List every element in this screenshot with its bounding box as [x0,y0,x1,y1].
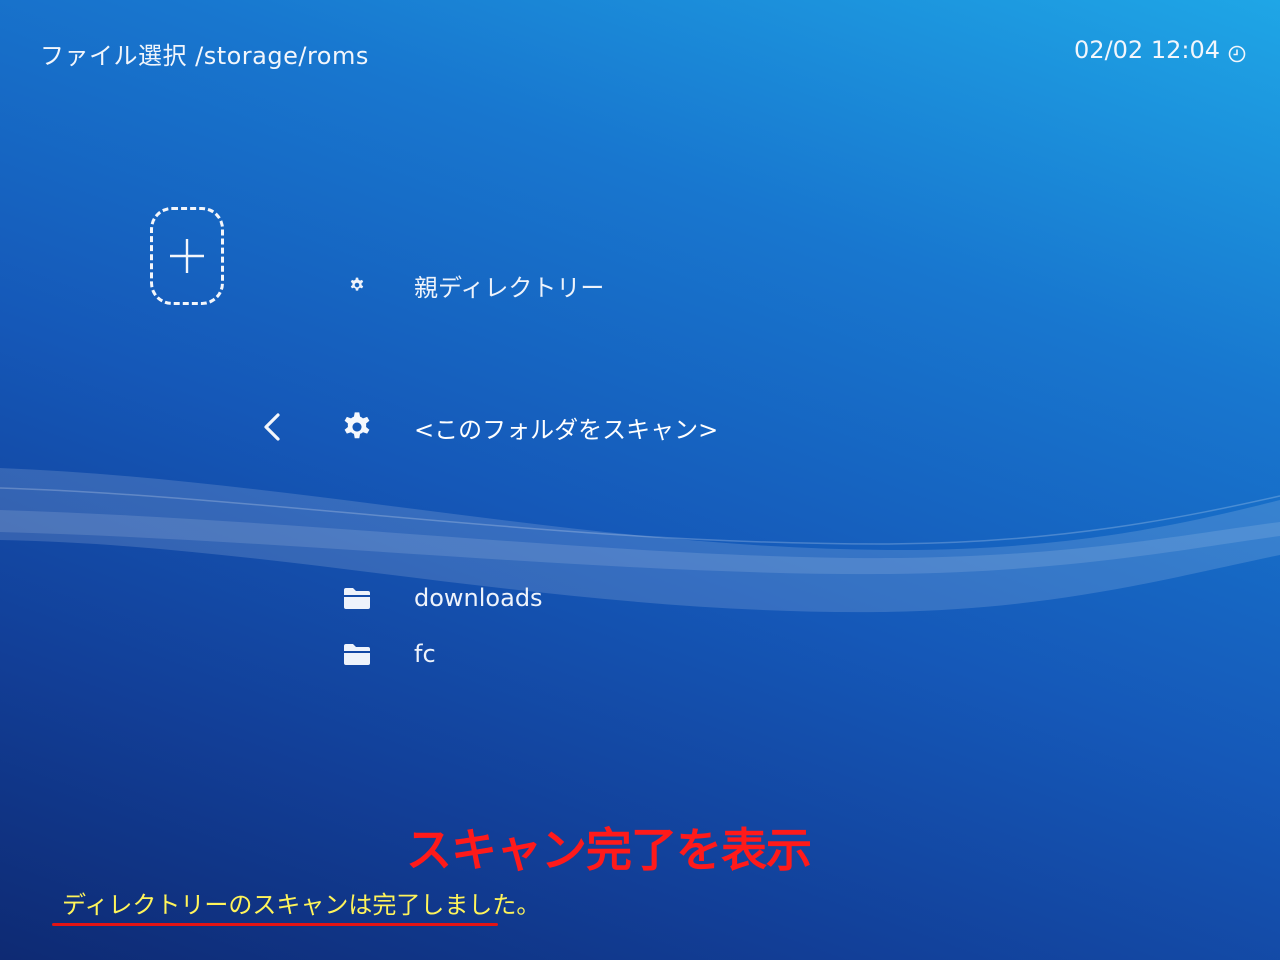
list-item-label: downloads [414,584,543,612]
list-item-downloads[interactable]: downloads [335,576,543,620]
status-message: ディレクトリーのスキャンは完了しました。 [62,891,541,919]
annotation-text: スキャン完了を表示 [406,823,812,877]
list-item-parent-directory[interactable]: 親ディレクトリー [335,263,604,307]
folder-icon [335,586,379,610]
folder-icon [335,642,379,666]
list-item-label: <このフォルダをスキャン> [414,415,719,444]
clock-icon [1228,41,1246,63]
page-title: ファイル選択 /storage/roms [40,42,369,70]
plus-icon [170,239,204,273]
annotation-underline [52,923,498,926]
add-content-button[interactable] [150,207,224,305]
list-item-fc[interactable]: fc [335,632,436,676]
clock: 02/02 12:04 [1074,36,1246,64]
gear-icon [335,411,379,443]
chevron-left-icon[interactable] [258,408,284,446]
list-item-scan-folder[interactable]: <このフォルダをスキャン> [335,405,718,449]
list-item-label: 親ディレクトリー [414,273,605,302]
list-item-label: fc [414,640,436,668]
background-wave [0,468,1280,613]
gear-icon [335,277,379,293]
datetime-text: 02/02 12:04 [1074,36,1220,64]
